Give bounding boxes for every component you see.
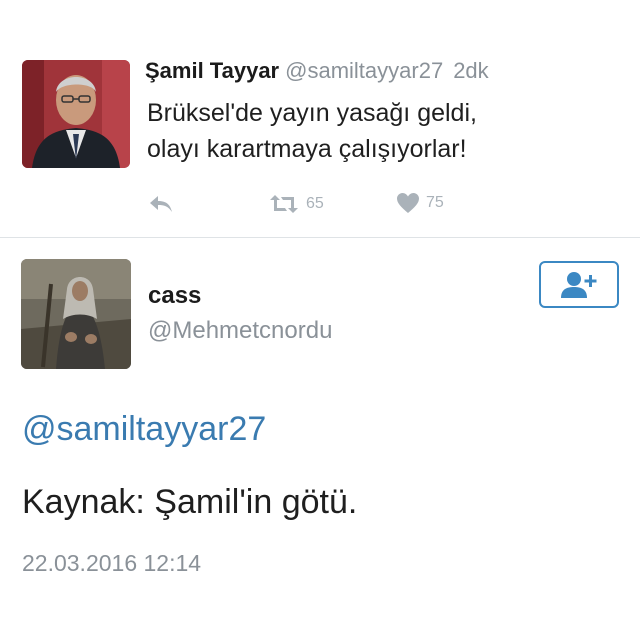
heart-icon	[397, 193, 419, 213]
tweet-text: Brüksel'de yayın yasağı geldi, olayı kar…	[147, 95, 617, 167]
like-count: 75	[426, 194, 444, 211]
follow-button[interactable]	[539, 261, 619, 308]
like-button[interactable]: 75	[396, 192, 444, 214]
tweet-text-line: olayı karartmaya çalışıyorlar!	[147, 135, 467, 163]
retweet-count: 65	[306, 195, 324, 212]
reply-button[interactable]	[148, 192, 174, 216]
tweet-text-line: Brüksel'de yayın yasağı geldi,	[147, 99, 477, 127]
author-handle[interactable]: @Mehmetcnordu	[148, 317, 332, 345]
add-user-icon	[561, 271, 597, 298]
avatar-photo-icon	[21, 259, 131, 369]
tweet-original: Şamil Tayyar @samiltayyar27 2dk Brüksel'de…	[0, 0, 640, 237]
tweet-reply-detail: cass @Mehmetcnordu @samiltayyar27 Kaynak…	[0, 238, 640, 636]
avatar-photo-icon	[22, 60, 130, 168]
retweet-icon	[270, 195, 298, 213]
author-name[interactable]: cass	[148, 282, 201, 310]
author-handle[interactable]: @samiltayyar27	[285, 58, 443, 83]
retweet-button[interactable]: 65	[268, 192, 324, 216]
mention-link[interactable]: @samiltayyar27	[22, 410, 266, 449]
tweet-timestamp[interactable]: 22.03.2016 12:14	[22, 550, 201, 577]
avatar-samil-tayyar[interactable]	[22, 60, 130, 168]
reply-arrow-icon	[150, 196, 172, 212]
tweet-time[interactable]: 2dk	[453, 58, 488, 83]
avatar-cass[interactable]	[21, 259, 131, 369]
tweet-actions: 65 75	[148, 192, 508, 220]
tweet-header: Şamil Tayyar @samiltayyar27 2dk	[145, 58, 489, 84]
tweet-text: Kaynak: Şamil'in götü.	[22, 483, 358, 521]
author-name[interactable]: Şamil Tayyar	[145, 58, 279, 83]
